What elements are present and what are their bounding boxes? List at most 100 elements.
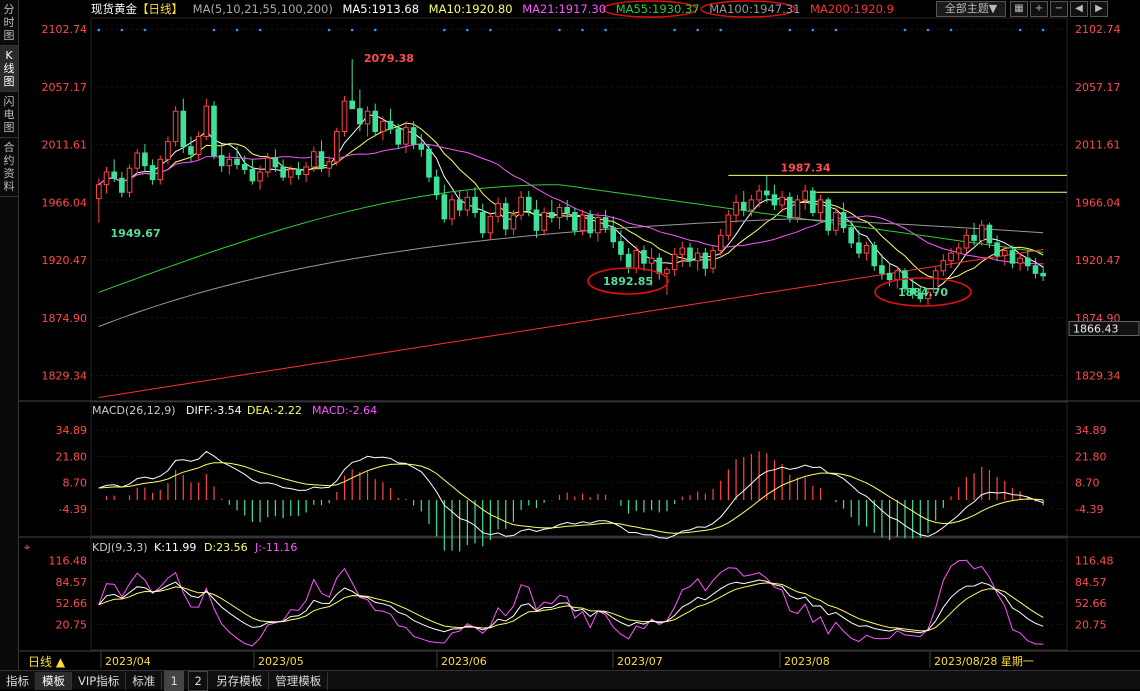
signal-dot — [97, 28, 101, 32]
sidebar-item-timeshare[interactable]: 分时图 — [0, 0, 18, 46]
macd-tick-right: 34.89 — [1075, 424, 1107, 437]
signal-dot — [834, 28, 838, 32]
candle-body — [787, 196, 793, 219]
macd-tick-right: 8.70 — [1075, 477, 1100, 490]
candle — [1025, 250, 1031, 271]
candle — [971, 222, 977, 246]
sidebar-item-contract-info[interactable]: 合约资料 — [0, 138, 18, 197]
candle — [441, 184, 448, 223]
sidebar-item-flash[interactable]: 闪电图 — [0, 92, 18, 138]
candle-body — [264, 157, 271, 173]
candle — [533, 199, 540, 238]
candle — [549, 199, 555, 223]
chart-area[interactable]: 2102.74 2102.74 2057.17 2057.17 2011.61 2011.… — [19, 0, 1140, 670]
kdj-settings-icon[interactable]: ⌖ — [24, 541, 30, 555]
candle-body — [203, 105, 210, 138]
candle-body — [119, 177, 125, 193]
candle-body — [572, 212, 578, 231]
candle — [149, 159, 156, 185]
time-axis-label: 2023/08/28 星期一 — [934, 655, 1034, 668]
candle — [456, 191, 463, 217]
left-arrow-icon[interactable]: ◀ — [1070, 1, 1088, 17]
candle-body — [495, 203, 501, 217]
candle — [226, 153, 233, 175]
signal-dot — [258, 28, 262, 32]
signal-dot — [673, 28, 676, 32]
candle-body — [188, 146, 194, 155]
candle — [863, 241, 870, 261]
zoom-out-icon[interactable]: − — [1050, 1, 1068, 17]
candle — [502, 197, 509, 236]
candle-body — [856, 242, 862, 254]
grid-icon[interactable]: ▦ — [1010, 1, 1028, 17]
time-axis-label: 2023/08 — [784, 655, 830, 668]
candle — [756, 184, 762, 208]
signal-dot — [466, 28, 469, 32]
page-2-button[interactable]: 2 — [188, 671, 209, 691]
ma55-line — [98, 184, 1044, 293]
candle — [211, 101, 217, 160]
current-price-label: 1866.43 — [1073, 323, 1119, 336]
right-arrow-icon[interactable]: ▶ — [1090, 1, 1108, 17]
candle — [817, 194, 824, 221]
candle-body — [449, 199, 455, 220]
candle — [464, 191, 471, 217]
ma100-value: MA100:1947.31 — [709, 2, 801, 16]
candle-body — [948, 252, 954, 262]
candle-body — [794, 199, 801, 219]
candle — [426, 144, 432, 183]
tab-templates[interactable]: 模板 — [36, 672, 72, 690]
candle — [364, 106, 371, 137]
theme-dropdown[interactable]: 全部主题▼ — [936, 1, 1006, 17]
ma-params: MA(5,10,21,55,100,200) — [192, 2, 333, 16]
candle-body — [848, 227, 855, 244]
macd-tick-left: -4.39 — [59, 503, 87, 516]
signal-dot — [719, 28, 723, 32]
sidebar-item-kline[interactable]: K线图 — [0, 46, 18, 92]
ma5-value: MA5:1913.68 — [342, 2, 420, 16]
candle — [165, 136, 171, 165]
candle-body — [472, 196, 478, 214]
page-1-button[interactable]: 1 — [164, 671, 185, 691]
candle — [694, 248, 701, 271]
candle-body — [564, 206, 570, 214]
kdj-tick-right: 116.48 — [1075, 555, 1114, 568]
kdj-tick-left: 116.48 — [49, 555, 88, 568]
candle — [725, 210, 732, 241]
candle — [249, 159, 256, 185]
candle-body — [748, 199, 755, 211]
period-selector[interactable]: 日线 ▲ — [28, 653, 65, 670]
zoom-in-icon[interactable]: + — [1030, 1, 1048, 17]
candle-body — [165, 141, 171, 160]
candle — [656, 253, 663, 280]
macd-title: MACD(26,12,9) — [92, 404, 176, 417]
tab-indicators[interactable]: 指标 — [0, 672, 36, 690]
tab-vip-indicators[interactable]: VIP指标 — [72, 672, 127, 690]
candle-body — [825, 199, 831, 231]
manage-templates-button[interactable]: 管理模板 — [269, 672, 329, 690]
candle-body — [533, 209, 540, 231]
save-template-button[interactable]: 另存模板 — [210, 672, 270, 690]
candle — [748, 194, 755, 217]
candle-body — [1025, 257, 1031, 267]
chart-canvas[interactable]: 2102.74 2102.74 2057.17 2057.17 2011.61 2011.… — [19, 0, 1140, 670]
candle — [541, 207, 547, 236]
candle-body — [172, 110, 179, 143]
candle-body — [134, 152, 141, 169]
high-jul-label: 1987.34 — [780, 161, 830, 174]
candle-body — [986, 224, 993, 244]
kdj-j: J:-11.16 — [255, 541, 298, 554]
candle — [119, 172, 125, 198]
candle — [702, 248, 709, 276]
candle — [357, 89, 363, 132]
price-tick-right: 2102.74 — [1075, 23, 1121, 36]
candle-body — [433, 176, 440, 196]
low-apr-label: 1949.67 — [111, 227, 161, 240]
candle-body — [479, 212, 486, 234]
candle — [495, 197, 501, 223]
tab-standard[interactable]: 标准 — [126, 672, 163, 690]
candle-body — [602, 217, 609, 229]
ma100-line — [98, 218, 1044, 327]
macd-diff: DIFF:-3.54 — [186, 404, 242, 417]
candle-body — [157, 158, 164, 181]
